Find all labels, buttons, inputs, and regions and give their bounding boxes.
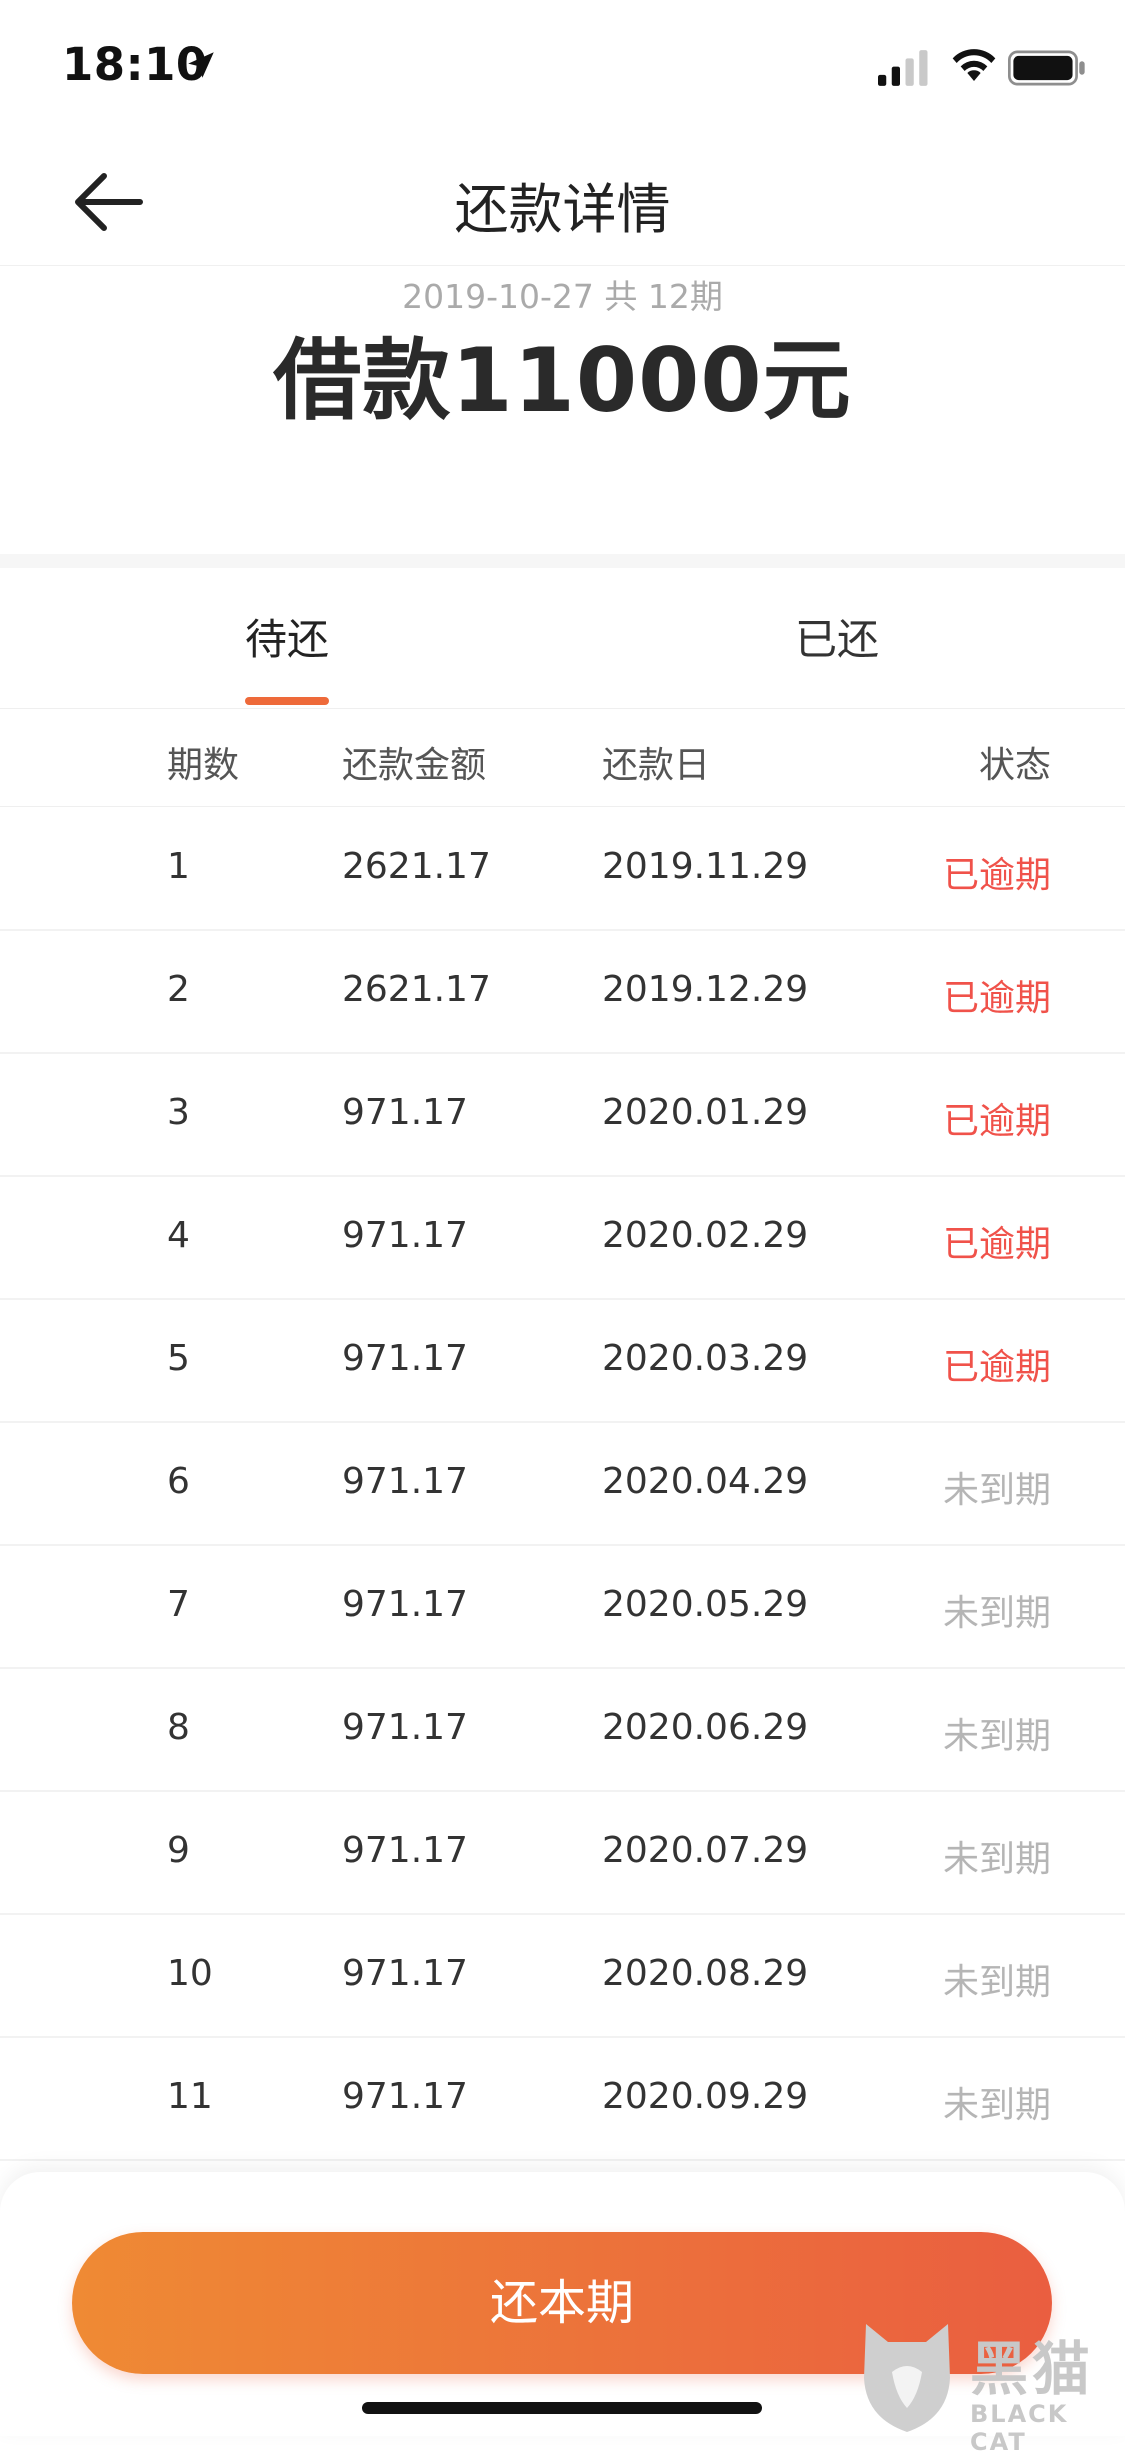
cell-period: 2 [167,969,190,1010]
section-divider [0,554,1125,568]
cell-status: 未到期 [942,2085,1051,2126]
cell-date: 2020.08.29 [602,1953,809,1994]
cell-date: 2020.03.29 [602,1338,809,1379]
table-row: 8 971.17 2020.06.29 未到期 [0,1669,1125,1792]
nav-bar: 还款详情 [0,135,1125,266]
loan-summary: 2019-10-27 共 12期 借款11000元 [0,266,1125,554]
table-row: 3 971.17 2020.01.29 已逾期 [0,1054,1125,1177]
table-row: 2 2621.17 2019.12.29 已逾期 [0,931,1125,1054]
black-cat-logo-icon [864,2324,950,2432]
cell-period: 4 [167,1215,190,1256]
header-date: 还款日 [602,745,711,786]
cell-status: 未到期 [942,1593,1051,1634]
page-title: 还款详情 [454,178,671,241]
tab-paid[interactable]: 已还 [795,606,879,667]
tab-pending[interactable]: 待还 [245,606,329,667]
cell-amount: 971.17 [342,1953,468,1994]
cell-date: 2020.07.29 [602,1830,809,1871]
cell-period: 3 [167,1092,190,1133]
watermark-logo: 黑猫 BLACK CAT [852,2316,1124,2456]
table-row: 5 971.17 2020.03.29 已逾期 [0,1300,1125,1423]
cell-amount: 971.17 [342,2076,468,2117]
cell-date: 2020.02.29 [602,1215,809,1256]
table-row: 4 971.17 2020.02.29 已逾期 [0,1177,1125,1300]
table-header: 期数 还款金额 还款日 状态 [0,710,1125,807]
cell-status: 已逾期 [942,1347,1051,1388]
table-row: 9 971.17 2020.07.29 未到期 [0,1792,1125,1915]
cell-amount: 971.17 [342,1830,468,1871]
cell-period: 11 [167,2076,213,2117]
cell-period: 6 [167,1461,190,1502]
cell-status: 未到期 [942,1716,1051,1757]
table-row: 1 2621.17 2019.11.29 已逾期 [0,808,1125,931]
header-status: 状态 [978,745,1051,786]
cell-period: 5 [167,1338,190,1379]
cell-date: 2019.11.29 [602,846,809,887]
cell-amount: 971.17 [342,1707,468,1748]
location-arrow-icon [188,52,214,78]
cell-amount: 971.17 [342,1461,468,1502]
cell-date: 2020.09.29 [602,2076,809,2117]
cell-date: 2020.06.29 [602,1707,809,1748]
cell-status: 已逾期 [942,1224,1051,1265]
cell-date: 2019.12.29 [602,969,809,1010]
header-amount: 还款金额 [342,745,487,786]
table-row: 11 971.17 2020.09.29 未到期 [0,2038,1125,2161]
battery-icon [1008,50,1085,86]
watermark-text: 黑猫 [970,2335,1095,2403]
watermark-subtext: BLACK CAT [970,2400,1069,2456]
cell-date: 2020.05.29 [602,1584,809,1625]
home-indicator [362,2402,762,2414]
cell-amount: 2621.17 [342,969,491,1010]
cell-period: 8 [167,1707,190,1748]
wifi-icon [952,49,996,81]
cell-status: 未到期 [942,1839,1051,1880]
tab-bar: 待还 已还 [0,568,1125,709]
cell-status: 已逾期 [942,1101,1051,1142]
table-row: 7 971.17 2020.05.29 未到期 [0,1546,1125,1669]
cell-period: 7 [167,1584,190,1625]
table-row: 6 971.17 2020.04.29 未到期 [0,1423,1125,1546]
cellular-signal-icon [878,50,928,86]
cell-period: 1 [167,846,190,887]
table-row: 10 971.17 2020.08.29 未到期 [0,1915,1125,2038]
status-bar: 18:10 [0,0,1125,135]
repayment-list: 1 2621.17 2019.11.29 已逾期 2 2621.17 2019.12.29 已… [0,808,1125,2161]
cell-amount: 971.17 [342,1092,468,1133]
cell-date: 2020.01.29 [602,1092,809,1133]
cell-period: 9 [167,1830,190,1871]
loan-amount: 借款11000元 [273,329,852,432]
cell-period: 10 [167,1953,213,1994]
cell-date: 2020.04.29 [602,1461,809,1502]
cell-status: 已逾期 [942,855,1051,896]
cell-amount: 971.17 [342,1215,468,1256]
cell-status: 未到期 [942,1962,1051,2003]
header-period: 期数 [167,745,240,786]
cell-status: 未到期 [942,1470,1051,1511]
cell-status: 已逾期 [942,978,1051,1019]
cell-amount: 971.17 [342,1584,468,1625]
cell-amount: 971.17 [342,1338,468,1379]
active-tab-indicator [245,697,329,705]
cell-amount: 2621.17 [342,846,491,887]
